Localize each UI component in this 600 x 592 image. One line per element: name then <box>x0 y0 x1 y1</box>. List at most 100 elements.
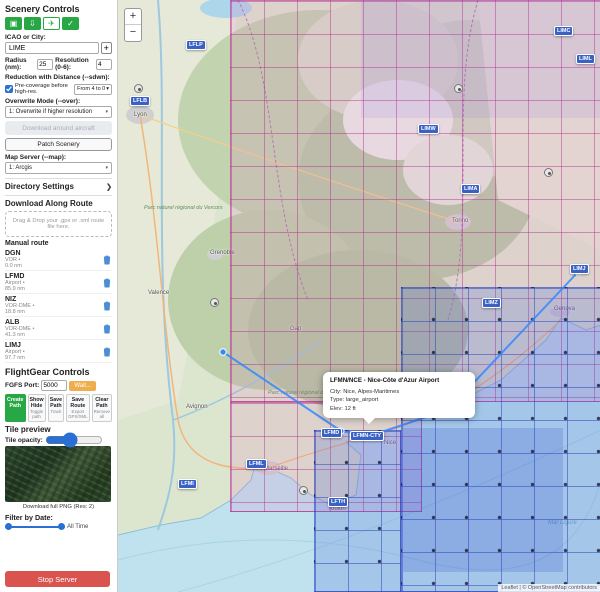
park-label: Parc naturel régional du Vercors <box>144 205 223 211</box>
save-path-button[interactable]: Save Path Track <box>48 394 65 422</box>
ocean-tile-dots <box>401 287 600 592</box>
map-attribution: Leaflet | © OpenStreetMap contributors <box>498 584 600 592</box>
tile-preview-image[interactable] <box>5 446 111 502</box>
navaid-cluster-marker[interactable] <box>544 168 553 177</box>
airport-marker[interactable]: LIMC <box>554 26 573 36</box>
divider <box>5 195 112 196</box>
create-path-button[interactable]: Create Path <box>5 394 26 422</box>
clear-path-button[interactable]: Clear Path Remove all <box>92 394 112 422</box>
stop-server-button[interactable]: Stop Server <box>5 571 110 587</box>
toolbar: ▣ ⇩ ✈ ✓ <box>5 17 112 30</box>
airport-marker[interactable]: LIMA <box>461 184 480 194</box>
wait-button[interactable]: Wait... <box>69 381 96 391</box>
airport-marker[interactable]: LFMN-CTY <box>350 431 384 441</box>
trash-icon[interactable] <box>102 277 112 288</box>
navaid-cluster-marker[interactable] <box>210 298 219 307</box>
airport-marker[interactable]: LFML <box>246 459 267 469</box>
add-icao-button[interactable]: + <box>101 42 113 54</box>
ocean-tile-dots <box>314 430 401 592</box>
download-icon-button[interactable]: ⇩ <box>24 17 41 30</box>
chevron-down-icon: ▾ <box>106 86 109 92</box>
city-label: Lyon <box>134 112 147 118</box>
divider <box>5 178 112 179</box>
aircraft-icon: ✈ <box>48 19 55 28</box>
airport-marker[interactable]: LIMZ <box>482 298 501 308</box>
download-along-route-header[interactable]: Download Along Route <box>5 199 112 208</box>
date-range-value: All Time <box>67 524 88 530</box>
waypoint-row: ALB VOR-DME • 41.3 nm <box>5 317 112 340</box>
show-hide-path-button[interactable]: Show Hide Toggle path <box>28 394 46 422</box>
radius-input[interactable] <box>37 59 53 70</box>
map-canvas[interactable]: Lyon Valence Grenoble Gap Avignon Marsei… <box>117 0 600 592</box>
slider-handle-min[interactable] <box>5 523 12 530</box>
zoom-control: + − <box>124 8 142 42</box>
airport-marker[interactable]: LFTH <box>328 497 348 507</box>
map-server-select[interactable]: 1: Arcgis ▾ <box>5 162 112 174</box>
city-label: Valence <box>148 290 169 296</box>
sidebar: Scenery Controls ▣ ⇩ ✈ ✓ ICAO or City: +… <box>0 0 117 592</box>
slider-fill <box>5 526 65 528</box>
date-range-slider[interactable] <box>5 523 65 531</box>
popup-elev: Elev: 12 ft <box>330 405 468 413</box>
waypoint-row: LIMJ Airport • 97.7 nm <box>5 340 112 363</box>
scenery-tint-lavender <box>361 0 600 118</box>
trash-icon[interactable] <box>102 300 112 311</box>
chevron-down-icon: ▾ <box>105 109 108 115</box>
trash-icon[interactable] <box>102 323 112 334</box>
path-buttons: Create Path Show Hide Toggle path Save P… <box>5 394 112 422</box>
confirm-icon-button[interactable]: ✓ <box>62 17 79 30</box>
download-icon: ⇩ <box>29 19 36 28</box>
airport-popup: LFMN/NCE - Nice-Côte d'Azur Airport City… <box>323 372 475 418</box>
precoverage-label: Pre-coverage before high-res. <box>15 83 72 95</box>
tiles-icon: ▣ <box>10 19 18 28</box>
tile-opacity-slider[interactable] <box>45 436 103 444</box>
tiles-icon-button[interactable]: ▣ <box>5 17 22 30</box>
resolution-label: Resolution (0-6): <box>55 57 94 71</box>
scenery-app: Scenery Controls ▣ ⇩ ✈ ✓ ICAO or City: +… <box>0 0 600 592</box>
slider-handle-max[interactable] <box>58 523 65 530</box>
directory-settings-header[interactable]: Directory Settings ❯ <box>5 182 112 191</box>
patch-scenery-button[interactable]: Patch Scenery <box>5 138 112 151</box>
waypoint-list: DGN VOR • 0.0 nm LFMD Airport • 85.9 nm … <box>5 248 112 363</box>
airport-marker[interactable]: LIMJ <box>570 264 589 274</box>
navaid-cluster-marker[interactable] <box>299 486 308 495</box>
airport-marker[interactable]: LFLP <box>186 40 206 50</box>
resolution-input[interactable] <box>96 59 112 70</box>
overwrite-label: Overwrite Mode (--over): <box>5 98 112 105</box>
fgfs-port-input[interactable] <box>41 380 67 391</box>
check-icon: ✓ <box>67 19 74 28</box>
fgfs-port-label: FGFS Port: <box>5 382 39 389</box>
precoverage-checkbox[interactable] <box>5 85 13 93</box>
aircraft-icon-button[interactable]: ✈ <box>43 17 60 30</box>
download-around-aircraft-button[interactable]: Download around aircraft <box>5 121 112 135</box>
filter-date-label: Filter by Date: <box>5 513 112 522</box>
airport-marker[interactable]: LIML <box>576 54 595 64</box>
save-route-button[interactable]: Save Route Export GPX/XML <box>66 394 90 422</box>
precoverage-select[interactable]: From 4 to 0 ▾ <box>74 84 112 95</box>
route-dropzone[interactable]: Drag & Drop your .gpx or .xml route file… <box>5 211 112 237</box>
overwrite-select[interactable]: 1: Overwrite if higher resolution ▾ <box>5 106 112 118</box>
reduction-label: Reduction with Distance (--sdwn): <box>5 74 112 81</box>
waypoint-row: NIZ VOR-DME • 18.8 nm <box>5 294 112 317</box>
airport-marker[interactable]: LIMW <box>418 124 439 134</box>
trash-icon[interactable] <box>102 346 112 357</box>
airport-marker[interactable]: LFLB <box>130 96 150 106</box>
page-title: Scenery Controls <box>5 4 112 14</box>
manual-route-label: Manual route <box>5 240 112 247</box>
download-png-link[interactable]: Download full PNG (Res: 2) <box>5 504 112 510</box>
tile-opacity-label: Tile opacity: <box>5 437 43 444</box>
icao-input[interactable] <box>5 42 99 54</box>
zoom-in-button[interactable]: + <box>125 9 141 25</box>
map-server-label: Map Server (--map): <box>5 154 112 161</box>
trash-icon[interactable] <box>102 254 112 265</box>
navaid-cluster-marker[interactable] <box>134 84 143 93</box>
navaid-cluster-marker[interactable] <box>454 84 463 93</box>
popup-title: LFMN/NCE - Nice-Côte d'Azur Airport <box>330 377 468 386</box>
flightgear-controls-title: FlightGear Controls <box>5 367 112 377</box>
zoom-out-button[interactable]: − <box>125 25 141 41</box>
waypoint-row: LFMD Airport • 85.9 nm <box>5 271 112 294</box>
airport-marker[interactable]: LFMI <box>178 479 197 489</box>
waypoint-row: DGN VOR • 0.0 nm <box>5 248 112 271</box>
city-label: Avignon <box>186 404 208 410</box>
airport-marker[interactable]: LFMD <box>321 428 342 438</box>
